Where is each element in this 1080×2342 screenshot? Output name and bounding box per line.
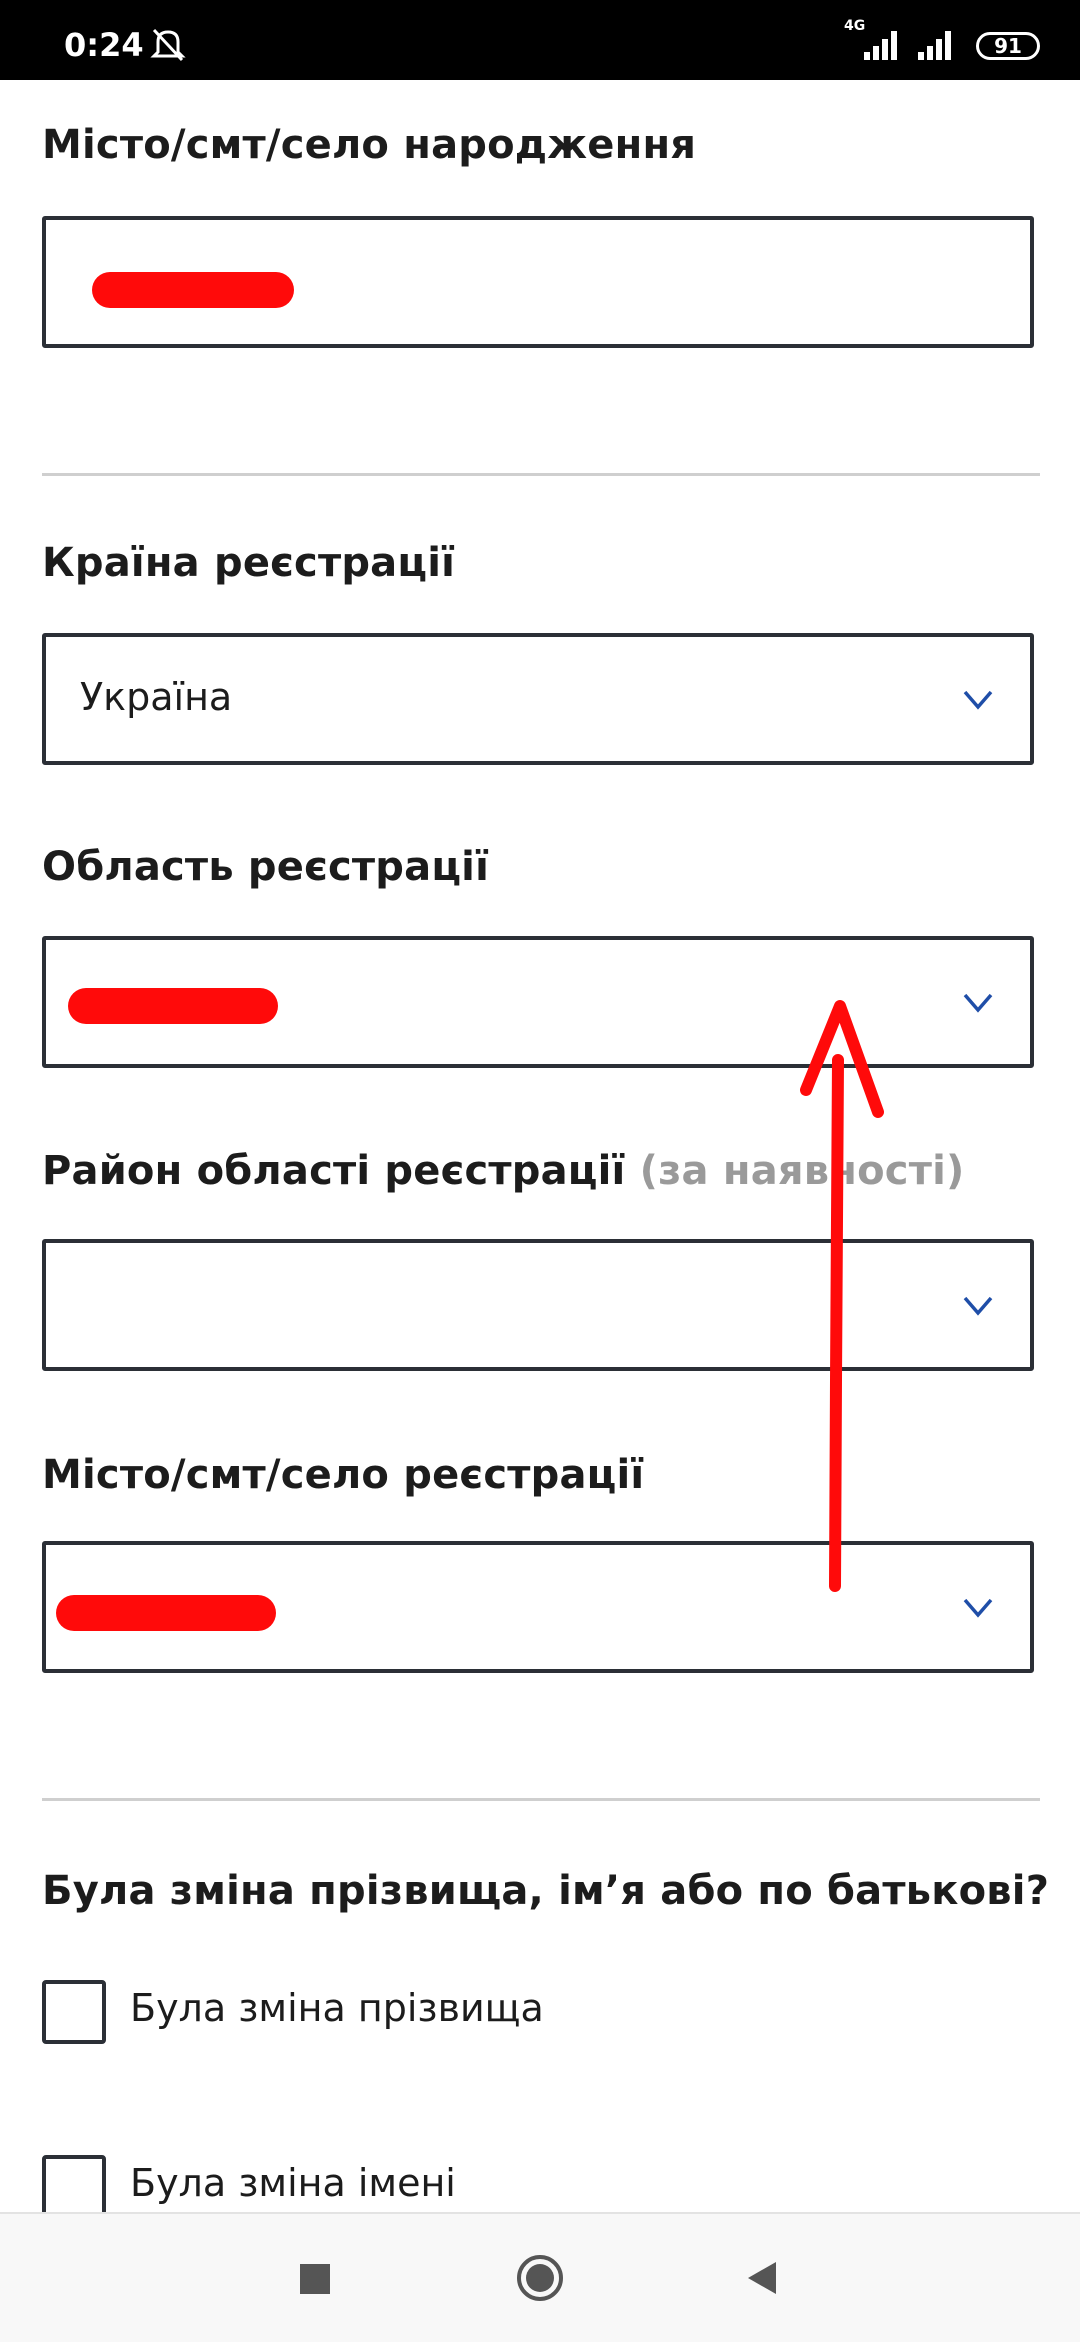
name-change-label[interactable]: Була зміна імені — [130, 2161, 456, 2205]
birth-city-label: Місто/смт/село народження — [42, 122, 697, 168]
reg-district-label: Район області реєстрації (за наявності) — [42, 1148, 965, 1194]
section-divider — [42, 1798, 1040, 1801]
status-bar: 0:24 4G 91 — [0, 0, 1080, 80]
reg-country-select[interactable]: Україна — [42, 633, 1034, 765]
home-circle-icon[interactable] — [516, 2254, 564, 2302]
chevron-down-icon — [963, 1598, 993, 1618]
chevron-down-icon — [963, 690, 993, 710]
redaction-mark — [68, 988, 278, 1024]
birth-city-input[interactable] — [42, 216, 1034, 348]
status-time: 0:24 — [64, 26, 144, 64]
chevron-down-icon — [963, 1296, 993, 1316]
recents-square-icon[interactable] — [300, 2264, 330, 2294]
signal-4g-icon: 4G — [844, 18, 902, 60]
redaction-mark — [92, 272, 294, 308]
name-change-question: Була зміна прізвища, імʼя або по батьков… — [42, 1868, 1050, 1914]
battery-level: 91 — [994, 34, 1022, 58]
reg-city-select[interactable] — [42, 1541, 1034, 1673]
reg-country-value: Україна — [80, 675, 233, 719]
name-change-checkbox[interactable] — [42, 2155, 106, 2219]
battery-indicator: 91 — [976, 32, 1040, 60]
surname-change-label[interactable]: Була зміна прізвища — [130, 1986, 544, 2030]
reg-country-label: Країна реєстрації — [42, 540, 456, 586]
system-nav-bar — [0, 2212, 1080, 2342]
reg-region-label: Область реєстрації — [42, 844, 489, 890]
status-right: 4G 91 — [844, 18, 1040, 60]
back-triangle-icon[interactable] — [742, 2258, 782, 2298]
section-divider — [42, 473, 1040, 476]
chevron-down-icon — [963, 993, 993, 1013]
signal-icon — [918, 31, 951, 60]
reg-region-select[interactable] — [42, 936, 1034, 1068]
reg-district-label-text: Район області реєстрації — [42, 1148, 626, 1194]
surname-change-checkbox[interactable] — [42, 1980, 106, 2044]
reg-district-hint: (за наявності) — [639, 1148, 965, 1194]
redaction-mark — [56, 1595, 276, 1631]
bell-slash-icon — [150, 28, 186, 62]
reg-district-select[interactable] — [42, 1239, 1034, 1371]
reg-city-label: Місто/смт/село реєстрації — [42, 1452, 645, 1498]
